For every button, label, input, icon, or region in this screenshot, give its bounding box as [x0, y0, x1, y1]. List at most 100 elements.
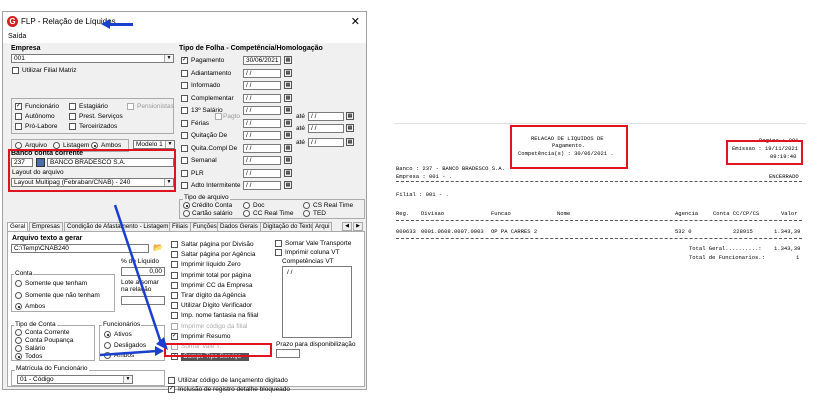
modelo-select[interactable]: Modelo 1 ▼: [133, 140, 175, 149]
arquivo-radio[interactable]: [15, 142, 22, 149]
folha-date-input[interactable]: / /: [243, 131, 281, 140]
ted-radio[interactable]: [303, 210, 310, 217]
calendar-icon[interactable]: ▦: [284, 143, 292, 152]
calendar-icon[interactable]: ▦: [346, 124, 354, 132]
tab-scroll-right-icon[interactable]: ▶: [353, 222, 363, 231]
folha-row-checkbox[interactable]: [181, 132, 188, 139]
geral-option-label: Imprimir líquido Zero: [181, 261, 241, 269]
somente-tenham-radio[interactable]: [15, 280, 22, 287]
matricula-select[interactable]: 01 - Código ▼: [17, 375, 133, 384]
pro-labore-checkbox[interactable]: [15, 123, 22, 130]
folha-title: Tipo de Folha - Competência/Homologação: [179, 45, 323, 52]
total-geral-value: 1.343,39: [774, 245, 801, 252]
utilizar-codigo-checkbox[interactable]: [168, 377, 175, 384]
conta-ambos-radio[interactable]: [15, 303, 22, 310]
prazo-input[interactable]: [276, 349, 300, 358]
divider: [396, 181, 802, 182]
conta-corrente-radio[interactable]: [15, 329, 22, 336]
calendar-icon[interactable]: ▦: [284, 106, 292, 114]
calendar-icon[interactable]: ▦: [284, 68, 292, 77]
tab-geral[interactable]: Geral: [7, 222, 29, 231]
somente-nao-tenham-radio[interactable]: [15, 292, 22, 299]
ate-date-input[interactable]: / /: [308, 112, 344, 121]
prest-servicos-checkbox[interactable]: [69, 113, 76, 120]
type-label: Funcionário: [25, 103, 59, 110]
folha-row-label: Pagamento: [191, 57, 225, 64]
terceirizados-checkbox[interactable]: [69, 123, 76, 130]
utilizar-filial-checkbox[interactable]: [12, 67, 19, 74]
folha-row-checkbox[interactable]: [181, 119, 188, 127]
conta-poupanca-radio[interactable]: [15, 337, 22, 344]
imprimir-coluna-vt-checkbox[interactable]: [275, 249, 282, 256]
folha-date-input[interactable]: / /: [243, 181, 281, 190]
calendar-icon[interactable]: ▦: [346, 112, 354, 120]
ate-date-input[interactable]: / /: [308, 124, 344, 133]
folha-row-checkbox[interactable]: [181, 169, 188, 177]
tab-arqui[interactable]: Arqui: [312, 222, 333, 231]
somar-vale-transporte-checkbox[interactable]: [275, 240, 282, 247]
calendar-icon[interactable]: ▦: [346, 138, 354, 146]
inclusao-registro-checkbox[interactable]: ✓: [168, 386, 175, 393]
tab-dados-gerais[interactable]: Dados Gerais: [217, 222, 261, 231]
folha-date-input[interactable]: / /: [243, 81, 281, 90]
calendar-icon[interactable]: ▦: [284, 156, 292, 164]
tab-funcoes[interactable]: Funções: [190, 222, 220, 231]
report-filial: Filial : 001 - .: [396, 191, 449, 198]
cartao-salario-radio[interactable]: [183, 210, 190, 217]
cell-conta: 228915: [733, 228, 753, 235]
doc-radio[interactable]: [243, 202, 250, 209]
folha-row-checkbox[interactable]: [181, 69, 188, 77]
pensionistas-checkbox[interactable]: [127, 103, 134, 110]
calendar-icon[interactable]: ▦: [284, 181, 292, 189]
folha-row-checkbox[interactable]: [181, 182, 188, 189]
calendar-icon[interactable]: ▦: [284, 131, 292, 139]
folha-date-input[interactable]: / /: [243, 143, 281, 153]
tipo-arquivo-label: CS Real Time: [313, 202, 354, 209]
somar-vale-transporte-label: Somar Vale Transporte: [285, 240, 352, 247]
competencias-list[interactable]: / /: [282, 266, 352, 338]
calendar-icon[interactable]: ▦: [284, 93, 292, 102]
folha-row-checkbox[interactable]: [181, 82, 188, 89]
ate-label: até: [296, 125, 306, 132]
close-icon[interactable]: ✕: [351, 15, 360, 28]
folha-date-input[interactable]: / /: [243, 106, 281, 115]
todos-radio[interactable]: [15, 353, 22, 360]
folha-date-input[interactable]: / /: [243, 93, 281, 103]
menu-saida[interactable]: Saída: [8, 33, 26, 40]
geral-option-label: Imp. nome fantasia na filial: [181, 312, 259, 320]
cs-real-time-radio[interactable]: [303, 202, 310, 209]
cell-agencia: 532 0: [675, 228, 692, 235]
geral-option-label: Imprimir código da filial: [181, 322, 248, 330]
tab-empresas[interactable]: Empresas: [29, 222, 63, 231]
tab-digitacao[interactable]: Digitação do Texto: [260, 222, 317, 231]
autonomo-checkbox[interactable]: [15, 113, 22, 120]
salario-radio[interactable]: [15, 345, 22, 352]
folha-row-checkbox[interactable]: [181, 144, 188, 152]
folha-row-checkbox[interactable]: [181, 157, 188, 164]
folha-date-input[interactable]: / /: [243, 68, 281, 78]
ambos-radio[interactable]: [91, 142, 98, 149]
type-label: Autônomo: [25, 113, 55, 120]
folha-row-checkbox[interactable]: [181, 107, 188, 114]
calendar-icon[interactable]: ▦: [284, 56, 292, 64]
folha-date-input[interactable]: / /: [243, 168, 281, 178]
calendar-icon[interactable]: ▦: [284, 118, 292, 127]
folha-date-input[interactable]: / /: [243, 118, 281, 128]
calendar-icon[interactable]: ▦: [284, 81, 292, 89]
ate-date-input[interactable]: / /: [308, 138, 344, 147]
credito-conta-radio[interactable]: [183, 202, 190, 209]
folha-row-checkbox[interactable]: [181, 94, 188, 102]
ate-label: até: [296, 113, 306, 120]
total-func-label: Total de Funcionarios.:: [689, 254, 765, 261]
folha-row-checkbox[interactable]: ✓: [181, 57, 188, 64]
empresa-select[interactable]: 001 ▼: [11, 54, 174, 63]
tab-scroll-left-icon[interactable]: ◀: [342, 222, 352, 231]
funcionario-checkbox[interactable]: ✓: [15, 103, 22, 110]
calendar-icon[interactable]: ▦: [284, 168, 292, 177]
listagem-radio[interactable]: [53, 142, 60, 149]
cc-real-time-radio[interactable]: [243, 210, 250, 217]
compl-tipo-highlight: [164, 343, 272, 357]
folha-date-input[interactable]: / /: [243, 156, 281, 165]
folha-date-input[interactable]: 30/06/2021: [243, 56, 281, 65]
estagiario-checkbox[interactable]: [69, 103, 76, 110]
